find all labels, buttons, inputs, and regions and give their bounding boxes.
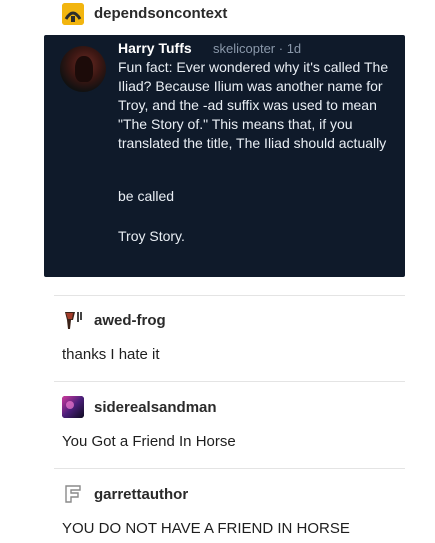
divider <box>54 381 405 382</box>
avatar-dependsoncontext-icon <box>62 3 84 25</box>
username-awed-frog[interactable]: awed-frog <box>94 312 166 329</box>
avatar-awed-frog[interactable] <box>62 309 84 331</box>
username-dependsoncontext[interactable]: dependsoncontext <box>94 5 227 22</box>
username-garrettauthor[interactable]: garrettauthor <box>94 486 188 503</box>
tweet-screenshot: Harry Tuffs skelicopter · 1d Fun fact: E… <box>44 35 405 277</box>
username-siderealsandman[interactable]: siderealsandman <box>94 399 217 416</box>
tweet-line-be-called: be called <box>118 188 175 204</box>
divider <box>54 468 405 469</box>
reblog-text-garrettauthor: YOU DO NOT HAVE A FRIEND IN HORSE <box>62 520 350 537</box>
avatar-awed-frog-icon <box>62 309 84 331</box>
reblog-text-awed-frog: thanks I hate it <box>62 346 160 363</box>
reblog-text-siderealsandman: You Got a Friend In Horse <box>62 433 236 450</box>
tweet-body: Fun fact: Ever wondered why it's called … <box>118 59 389 151</box>
divider <box>54 295 405 296</box>
avatar-garrettauthor[interactable] <box>62 483 84 505</box>
avatar-siderealsandman[interactable] <box>62 396 84 418</box>
tweet-avatar <box>60 46 106 92</box>
avatar-garrettauthor-icon <box>62 483 84 505</box>
avatar-siderealsandman-icon <box>62 396 84 418</box>
avatar-dependsoncontext[interactable] <box>62 3 84 25</box>
tweet-author-name: Harry Tuffs <box>118 40 192 56</box>
tweet-handle-time: skelicopter · 1d <box>213 41 302 56</box>
tweet-line-troy-story: Troy Story. <box>118 228 185 244</box>
